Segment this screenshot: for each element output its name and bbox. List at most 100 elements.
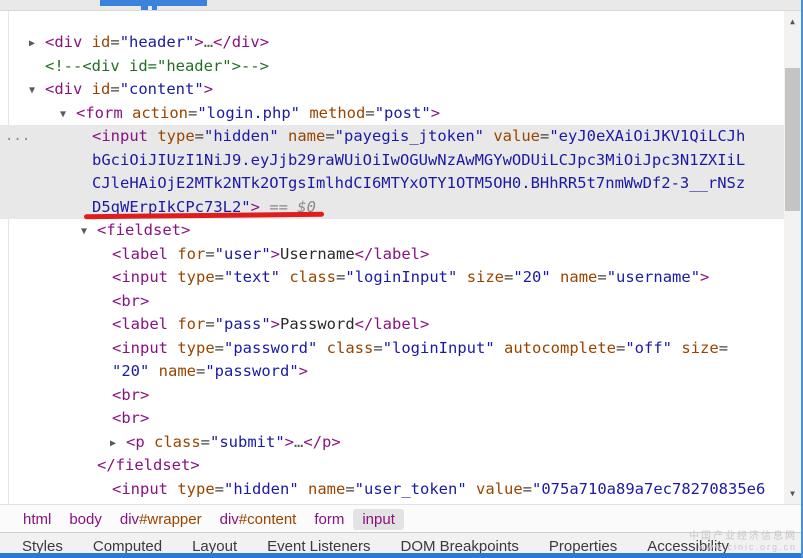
code-token: name — [159, 362, 196, 380]
code-token: <!--<div id="header">--> — [45, 57, 269, 75]
dom-node-line[interactable]: <br> — [0, 407, 784, 431]
code-token: = — [215, 480, 224, 498]
tab-computed[interactable]: Computed — [93, 533, 162, 554]
breadcrumb-item-html[interactable]: html — [14, 509, 60, 530]
breadcrumb-item-div-wrapper[interactable]: div#wrapper — [111, 509, 211, 530]
dom-node-line[interactable]: <label for="user">Username</label> — [0, 243, 784, 267]
dom-node-line[interactable]: ▼<fieldset> — [0, 219, 784, 243]
dom-node-line[interactable]: "20" name="password"> — [0, 360, 784, 384]
code-token: = — [215, 339, 224, 357]
code-token: for — [177, 245, 205, 263]
scrollbar-thumb[interactable] — [785, 68, 800, 211]
code-token: = — [365, 104, 374, 122]
scroll-down-button[interactable]: ▼ — [784, 485, 801, 502]
selection-highlight-notch — [141, 6, 148, 10]
code-token: "075a710a89a7ec78270835e6 — [532, 480, 765, 498]
code-token — [672, 339, 681, 357]
breadcrumb-item-form[interactable]: form — [305, 509, 353, 530]
code-token: = — [110, 33, 119, 51]
dom-node-line[interactable]: bGciOiJIUzI1NiJ9.eyJjb29raWUiOiIwOGUwNzA… — [0, 149, 784, 173]
watermark: 中国产业经济信息网 www.cinic.org.cn — [689, 527, 797, 552]
code-token: "loginInput" — [383, 339, 495, 357]
code-token — [551, 268, 560, 286]
tab-dom-breakpoints[interactable]: DOM Breakpoints — [401, 533, 519, 554]
code-token: </label> — [355, 245, 430, 263]
code-token: = — [201, 433, 210, 451]
dom-node-line[interactable]: <input type="hidden" name="user_token" v… — [0, 478, 784, 502]
code-token: <br> — [112, 292, 149, 310]
breadcrumb-id: #content — [239, 511, 297, 528]
code-token: = — [196, 362, 205, 380]
breadcrumb-tag: div — [220, 511, 239, 528]
dom-node-line[interactable]: ...<input type="hidden" name="payegis_jt… — [0, 125, 784, 149]
dom-node-line[interactable]: ▶<p class="submit">…</p> — [0, 431, 784, 455]
code-token: = — [188, 104, 197, 122]
breadcrumb-item-div-content[interactable]: div#content — [211, 509, 306, 530]
dom-node-line[interactable]: <label for="pass">Password</label> — [0, 313, 784, 337]
dom-node-line[interactable]: <!--<div id="header">--> — [0, 55, 784, 79]
code-token: "login.php" — [197, 104, 300, 122]
code-token: name — [288, 127, 325, 145]
code-token: <input — [112, 339, 177, 357]
code-token: "post" — [375, 104, 431, 122]
code-token: method — [309, 104, 365, 122]
code-token: name — [560, 268, 597, 286]
breadcrumb-item-input[interactable]: input — [353, 509, 404, 530]
dom-node-line[interactable]: <input type="password" class="loginInput… — [0, 337, 784, 361]
code-token: <div — [45, 33, 92, 51]
code-token: > — [285, 433, 294, 451]
code-token: size — [467, 268, 504, 286]
dom-node-line[interactable]: ▶<div id="header">…</div> — [0, 31, 784, 55]
dom-node-line[interactable]: D5qWErpIkCPc73L2"> == $0 — [0, 196, 784, 220]
code-token: = — [504, 268, 513, 286]
code-token: <p — [126, 433, 154, 451]
code-token: > — [271, 245, 280, 263]
dom-node-line[interactable]: ▼<div id="content"> — [0, 78, 784, 102]
scroll-up-button[interactable]: ▲ — [784, 13, 801, 30]
code-token: size — [681, 339, 718, 357]
breadcrumb-item-body[interactable]: body — [60, 509, 111, 530]
watermark-url: www.cinic.org.cn — [689, 542, 797, 552]
code-token: > — [271, 315, 280, 333]
dom-node-line[interactable]: CJleHAiOjE2MTk2NTk2OTgsImlhdCI6MTYxOTY1O… — [0, 172, 784, 196]
code-token: = — [523, 480, 532, 498]
code-token: Password — [280, 315, 355, 333]
code-token: "submit" — [210, 433, 285, 451]
code-token: "user_token" — [355, 480, 467, 498]
code-token: class — [154, 433, 201, 451]
breadcrumb-tag: body — [69, 511, 102, 528]
breadcrumb: htmlbodydiv#wrapperdiv#contentforminput — [0, 504, 803, 533]
expanded-twisty-icon[interactable]: ▼ — [60, 103, 66, 127]
code-token — [299, 480, 308, 498]
tab-styles[interactable]: Styles — [22, 533, 63, 554]
devtools-elements-window: ▶<div id="header">…</div><!--<div id="he… — [0, 0, 803, 558]
code-token: class — [289, 268, 336, 286]
code-token: = — [540, 127, 549, 145]
code-token: = — [373, 339, 382, 357]
code-token: "user" — [215, 245, 271, 263]
dom-node-line[interactable]: <br> — [0, 384, 784, 408]
tab-layout[interactable]: Layout — [192, 533, 237, 554]
dom-node-line[interactable]: <input type="text" class="loginInput" si… — [0, 266, 784, 290]
code-token: "pass" — [215, 315, 271, 333]
code-token: > — [431, 104, 440, 122]
code-token: </label> — [355, 315, 430, 333]
tab-properties[interactable]: Properties — [549, 533, 617, 554]
tab-event-listeners[interactable]: Event Listeners — [267, 533, 370, 554]
vertical-scrollbar[interactable]: ▲ ▼ — [784, 11, 801, 504]
panel-tab-bar: Styles Computed Layout Event Listeners DOM B… — [0, 532, 803, 554]
code-token: "off" — [625, 339, 672, 357]
code-token — [484, 127, 493, 145]
collapsed-twisty-icon[interactable]: ▶ — [110, 432, 116, 456]
expanded-twisty-icon[interactable]: ▼ — [29, 79, 35, 103]
code-token: = — [616, 339, 625, 357]
dom-node-line[interactable]: <br> — [0, 290, 784, 314]
code-token: autocomplete — [504, 339, 616, 357]
collapsed-twisty-icon[interactable]: ▶ — [29, 32, 35, 56]
dom-node-line[interactable]: </fieldset> — [0, 454, 784, 478]
code-token — [279, 127, 288, 145]
dom-node-line[interactable]: ▼<form action="login.php" method="post"> — [0, 102, 784, 126]
code-token: "content" — [120, 80, 204, 98]
expanded-twisty-icon[interactable]: ▼ — [81, 220, 87, 244]
code-token: </div> — [213, 33, 269, 51]
